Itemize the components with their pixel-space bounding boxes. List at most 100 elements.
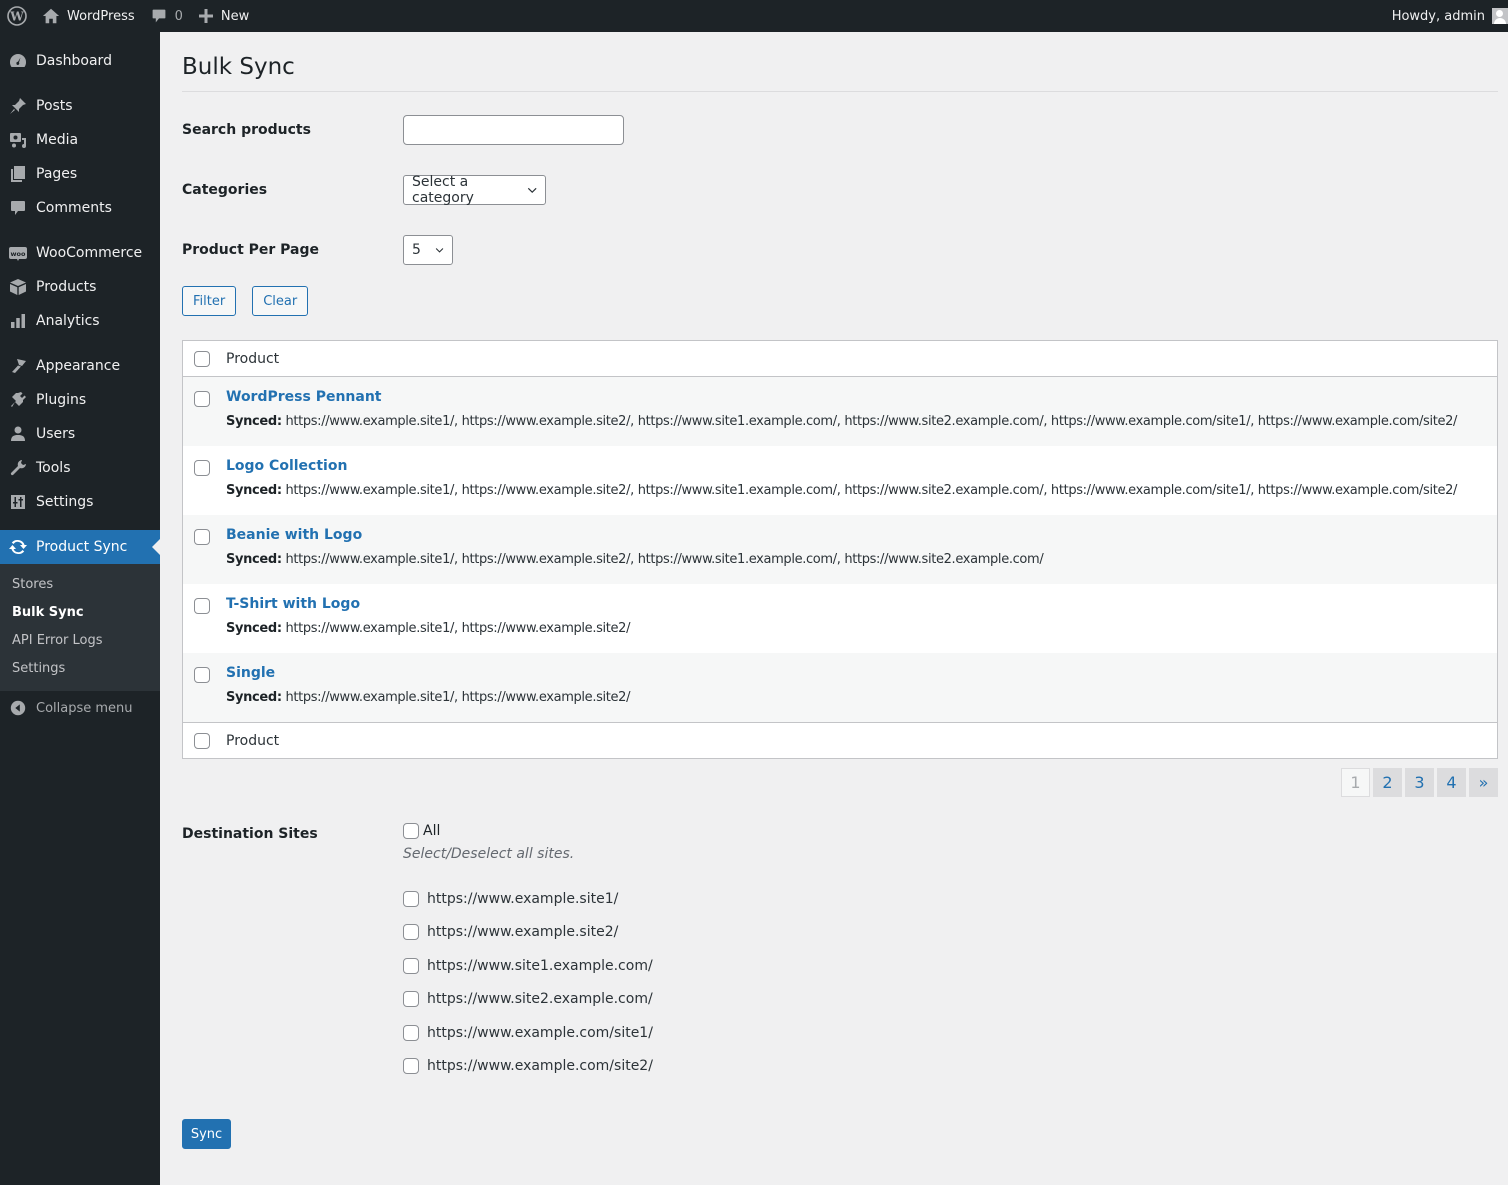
per-page-select[interactable]: 5	[403, 235, 453, 265]
sidebar-item-tools[interactable]: Tools	[0, 451, 160, 485]
box-icon	[0, 277, 36, 297]
destination-site-option[interactable]: https://www.site1.example.com/	[403, 949, 653, 983]
my-account-menu[interactable]: Howdy, admin	[1392, 8, 1508, 24]
synced-sites: Synced: https://www.example.site1/, http…	[226, 621, 630, 636]
submenu-item-stores[interactable]: Stores	[0, 571, 160, 599]
destination-site-option[interactable]: https://www.example.site2/	[403, 916, 653, 950]
row-checkbox[interactable]	[194, 529, 210, 545]
collapse-menu-button[interactable]: Collapse menu	[0, 691, 160, 725]
per-page-select-value: 5	[412, 242, 421, 258]
destination-site-option[interactable]: https://www.example.com/site2/	[403, 1050, 653, 1084]
synced-label: Synced:	[226, 621, 282, 636]
clear-button[interactable]: Clear	[252, 286, 309, 316]
main-content: Bulk Sync Search products Categories Sel…	[160, 32, 1508, 1149]
wordpress-logo-icon: W	[7, 6, 27, 26]
sidebar-item-dashboard[interactable]: Dashboard	[0, 44, 160, 78]
sync-icon	[0, 537, 36, 557]
synced-sites: Synced: https://www.example.site1/, http…	[226, 690, 630, 705]
table-row: T-Shirt with Logo Synced: https://www.exa…	[183, 584, 1497, 653]
site-url: https://www.example.com/site1/	[427, 1024, 653, 1041]
site-checkbox[interactable]	[403, 1024, 419, 1041]
sidebar-item-appearance[interactable]: Appearance	[0, 349, 160, 383]
page-4-button[interactable]: 4	[1437, 768, 1466, 797]
sidebar-item-pages[interactable]: Pages	[0, 157, 160, 191]
site-checkbox[interactable]	[403, 991, 419, 1008]
row-checkbox[interactable]	[194, 598, 210, 614]
wrench-icon	[0, 458, 36, 478]
row-checkbox[interactable]	[194, 667, 210, 683]
collapse-menu-label: Collapse menu	[36, 700, 133, 716]
pagination: 1 2 3 4»	[182, 768, 1498, 797]
pages-icon	[0, 164, 36, 184]
categories-label: Categories	[182, 182, 268, 198]
product-name-link[interactable]: Single	[226, 665, 630, 683]
site-checkbox[interactable]	[403, 1058, 419, 1075]
comment-icon	[0, 198, 36, 218]
select-all-checkbox[interactable]	[194, 350, 210, 367]
site-name: WordPress	[67, 8, 135, 24]
site-url: https://www.site2.example.com/	[427, 991, 653, 1008]
synced-label: Synced:	[226, 690, 282, 705]
row-checkbox[interactable]	[194, 391, 210, 407]
per-page-label: Product Per Page	[182, 242, 320, 258]
chevron-down-icon	[435, 248, 444, 253]
next-page-button[interactable]: »	[1469, 768, 1498, 797]
category-select[interactable]: Select a category	[403, 174, 546, 206]
sidebar-item-product-sync[interactable]: Product Sync	[0, 530, 160, 564]
site-url: https://www.example.com/site2/	[427, 1058, 653, 1075]
page-1-button[interactable]: 1	[1341, 768, 1370, 797]
all-sites-checkbox[interactable]	[403, 823, 419, 839]
row-checkbox[interactable]	[194, 460, 210, 476]
site-checkbox[interactable]	[403, 890, 419, 907]
synced-urls: https://www.example.site1/, https://www.…	[285, 552, 1044, 567]
sidebar-item-comments[interactable]: Comments	[0, 191, 160, 225]
sidebar-item-settings[interactable]: Settings	[0, 485, 160, 519]
sidebar-item-users[interactable]: Users	[0, 417, 160, 451]
sidebar-item-analytics[interactable]: Analytics	[0, 304, 160, 338]
product-name-link[interactable]: Beanie with Logo	[226, 527, 1043, 545]
sidebar-item-woocommerce[interactable]: woo WooCommerce	[0, 236, 160, 270]
table-row: Single Synced: https://www.example.site1/…	[183, 653, 1497, 722]
sidebar-item-posts[interactable]: Posts	[0, 89, 160, 123]
destination-site-option[interactable]: https://www.example.com/site1/	[403, 1016, 653, 1050]
synced-urls: https://www.example.site1/, https://www.…	[285, 414, 1458, 429]
all-sites-label: All	[423, 823, 441, 839]
comments-link[interactable]: 0	[143, 0, 191, 32]
page-3-button[interactable]: 3	[1405, 768, 1434, 797]
svg-text:woo: woo	[11, 250, 26, 258]
submenu-item-settings[interactable]: Settings	[0, 655, 160, 683]
product-name-link[interactable]: T-Shirt with Logo	[226, 596, 630, 614]
site-checkbox[interactable]	[403, 924, 419, 941]
destination-site-option[interactable]: https://www.example.site1/	[403, 882, 653, 916]
pin-icon	[0, 96, 36, 116]
site-checkbox[interactable]	[403, 957, 419, 974]
categories-row: Categories Select a category	[182, 160, 1498, 220]
user-icon	[0, 424, 36, 444]
sidebar-item-products[interactable]: Products	[0, 270, 160, 304]
synced-sites: Synced: https://www.example.site1/, http…	[226, 552, 1044, 567]
wp-logo-menu[interactable]: W	[0, 0, 34, 32]
search-input[interactable]	[403, 115, 624, 145]
new-content-link[interactable]: New	[191, 0, 257, 32]
table-row: Beanie with Logo Synced: https://www.exam…	[183, 515, 1497, 584]
comment-icon	[152, 9, 166, 23]
product-name-link[interactable]: WordPress Pennant	[226, 389, 1457, 407]
select-all-sites[interactable]: All	[403, 822, 653, 840]
destination-sites-label: Destination Sites	[182, 826, 318, 842]
submenu-item-api-error-logs[interactable]: API Error Logs	[0, 627, 160, 655]
sidebar-item-media[interactable]: Media	[0, 123, 160, 157]
filter-button[interactable]: Filter	[182, 286, 237, 316]
sync-button[interactable]: Sync	[182, 1119, 231, 1149]
site-name-link[interactable]: WordPress	[34, 0, 143, 32]
destination-site-option[interactable]: https://www.site2.example.com/	[403, 983, 653, 1017]
new-label: New	[220, 8, 250, 24]
submenu-item-bulk-sync[interactable]: Bulk Sync	[0, 599, 160, 627]
plug-icon	[0, 390, 36, 410]
dashboard-icon	[0, 51, 36, 71]
site-url: https://www.example.site2/	[427, 924, 619, 941]
select-all-checkbox-footer[interactable]	[194, 732, 210, 749]
sidebar-item-plugins[interactable]: Plugins	[0, 383, 160, 417]
product-name-link[interactable]: Logo Collection	[226, 458, 1457, 476]
page-2-button[interactable]: 2	[1373, 768, 1402, 797]
chevron-down-icon	[527, 187, 537, 194]
